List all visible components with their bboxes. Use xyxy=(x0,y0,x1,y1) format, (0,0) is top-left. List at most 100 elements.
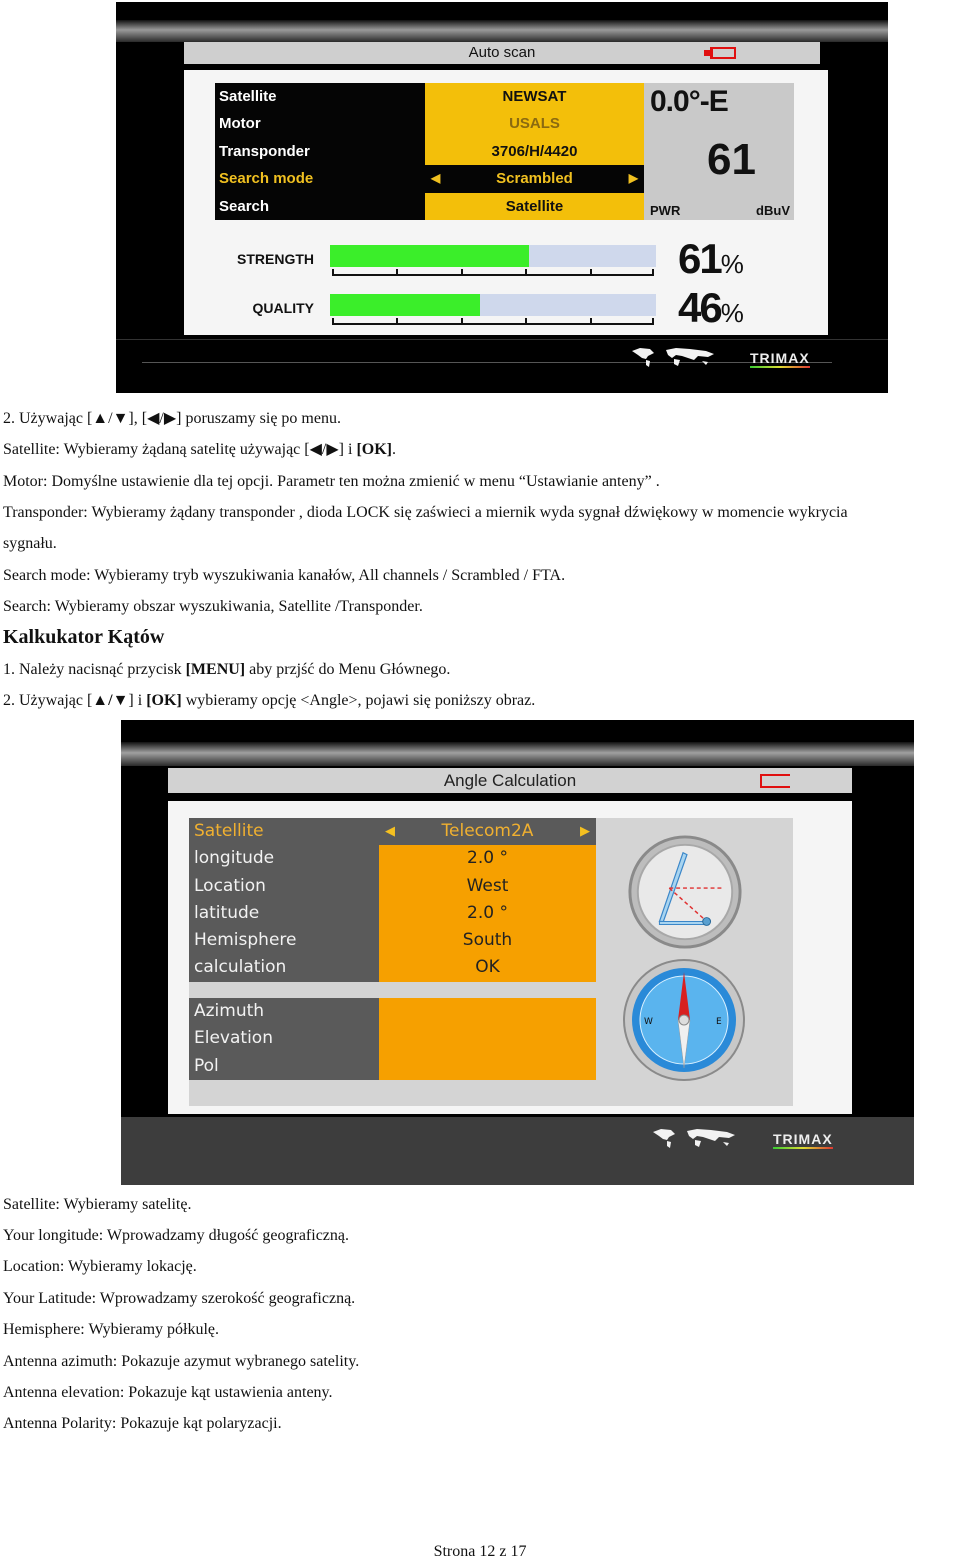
value-satellite: Telecom2A xyxy=(441,821,534,841)
menu-row-location[interactable]: Location West xyxy=(189,872,596,900)
angle-calc-panel: Satellite ◀ Telecom2A ▶ longitude 2.0 ° L… xyxy=(168,801,852,1114)
instruction-transponder-cont: sygnału. xyxy=(3,535,57,552)
desc-location: Location: Wybieramy lokację. xyxy=(3,1258,197,1275)
arrow-right-icon[interactable]: ▶ xyxy=(580,818,590,845)
value-calculation: OK xyxy=(379,954,596,982)
quality-meter: QUALITY 46% xyxy=(184,284,828,338)
compass-icon: W E xyxy=(623,959,745,1081)
desc-hemisphere: Hemisphere: Wybieramy półkulę. xyxy=(3,1321,220,1338)
auto-scan-screenshot: Auto scan Satellite Motor Transponder Se… xyxy=(116,2,888,393)
scale-tick xyxy=(652,318,654,323)
screen-footer: TRIMAX xyxy=(121,1117,914,1185)
battery-icon xyxy=(754,774,790,788)
menu-label-transponder[interactable]: Transponder xyxy=(215,138,425,165)
scale-tick xyxy=(460,269,463,274)
scale-tick xyxy=(396,269,399,274)
arrow-left-icon[interactable]: ◀ xyxy=(431,165,440,192)
svg-text:E: E xyxy=(716,1017,722,1027)
value-location: West xyxy=(379,872,596,900)
instruction-menu: 1. Należy nacisnąć przycisk [MENU] aby p… xyxy=(3,661,451,678)
menu-row-calculation[interactable]: calculation OK xyxy=(189,954,596,982)
instruction-search: Search: Wybieramy obszar wyszukiwania, S… xyxy=(3,598,423,615)
value-longitude: 2.0 ° xyxy=(379,845,596,873)
result-row-azimuth: Azimuth xyxy=(189,998,596,1026)
battery-icon xyxy=(704,47,736,59)
desc-longitude: Your longitude: Wprowadzamy długość geog… xyxy=(3,1227,349,1244)
arrow-right-icon[interactable]: ▶ xyxy=(629,165,638,192)
strength-bar-track xyxy=(330,245,656,267)
menu-value-motor[interactable]: USALS xyxy=(425,110,644,138)
menu-row-satellite[interactable]: Satellite ◀ Telecom2A ▶ xyxy=(189,818,596,846)
power-unit: dBuV xyxy=(756,203,790,218)
angle-calc-title: Angle Calculation xyxy=(443,771,577,790)
quality-bar-fill xyxy=(330,294,480,316)
trimax-logo: TRIMAX xyxy=(750,350,810,368)
satellite-position: 0.0°-E xyxy=(650,85,729,118)
power-value: 61 xyxy=(707,135,756,184)
quality-label: QUALITY xyxy=(252,300,314,316)
scale-tick xyxy=(652,269,654,274)
scale-tick xyxy=(589,318,592,323)
strength-meter: STRENGTH 61% xyxy=(184,235,828,289)
scale-tick xyxy=(589,269,592,274)
screen-bezel xyxy=(116,20,888,42)
angle-calculation-screenshot: Angle Calculation Satellite ◀ Telecom2A … xyxy=(121,720,914,1185)
instruction-angle: 2. Używając [▲/▼] i [OK] wybieramy opcję… xyxy=(3,692,536,709)
strength-scale xyxy=(332,269,654,276)
menu-value-transponder[interactable]: 3706/H/4420 xyxy=(425,137,644,166)
angle-calc-inputs: Satellite ◀ Telecom2A ▶ longitude 2.0 ° L… xyxy=(189,818,596,982)
menu-value-search-mode[interactable]: ◀ Scrambled ▶ xyxy=(425,165,644,193)
label-satellite: Satellite xyxy=(189,818,379,846)
angle-calc-results: Azimuth Elevation Pol xyxy=(189,998,596,1080)
value-latitude: 2.0 ° xyxy=(379,899,596,928)
quality-percent: 46% xyxy=(678,284,744,331)
desc-azimuth: Antenna azimuth: Pokazuje azymut wybrane… xyxy=(3,1353,360,1370)
value-hemisphere: South xyxy=(379,927,596,955)
menu-row-hemisphere[interactable]: Hemisphere South xyxy=(189,927,596,955)
strength-bar-fill xyxy=(330,245,529,267)
scale-tick xyxy=(332,269,334,274)
value-pol xyxy=(379,1052,596,1080)
instruction-search-mode: Search mode: Wybieramy tryb wyszukiwania… xyxy=(3,567,566,584)
auto-scan-menu-values: NEWSAT USALS 3706/H/4420 ◀ Scrambled ▶ S… xyxy=(425,83,644,220)
scale-tick xyxy=(332,318,334,323)
arrow-left-icon[interactable]: ◀ xyxy=(385,818,395,845)
angle-calc-title-bar: Angle Calculation xyxy=(168,768,852,793)
scale-tick xyxy=(525,269,528,274)
result-row-elevation: Elevation xyxy=(189,1025,596,1053)
menu-row-longitude[interactable]: longitude 2.0 ° xyxy=(189,845,596,873)
scale-tick xyxy=(525,318,528,323)
value-azimuth xyxy=(379,998,596,1026)
dish-elevation-icon xyxy=(628,835,742,949)
screen-bezel xyxy=(121,742,914,766)
menu-row-latitude[interactable]: latitude 2.0 ° xyxy=(189,899,596,928)
page-number: Strona 12 z 17 xyxy=(433,1543,527,1560)
value-elevation xyxy=(379,1025,596,1053)
instruction-navigation: 2. Używając [▲/▼], [◀/▶] poruszamy się p… xyxy=(3,410,341,427)
menu-label-search-mode[interactable]: Search mode xyxy=(215,165,425,192)
menu-label-motor[interactable]: Motor xyxy=(215,110,425,137)
instruction-satellite: Satellite: Wybieramy żądaną satelitę uży… xyxy=(3,441,396,458)
menu-label-satellite[interactable]: Satellite xyxy=(215,83,425,110)
auto-scan-menu-labels: Satellite Motor Transponder Search mode … xyxy=(215,83,425,220)
power-label: PWR xyxy=(650,203,681,218)
auto-scan-title-bar: Auto scan xyxy=(184,42,820,64)
world-map-icon xyxy=(632,348,714,367)
auto-scan-title: Auto scan xyxy=(468,44,536,61)
strength-label: STRENGTH xyxy=(237,251,314,267)
menu-value-search[interactable]: Satellite xyxy=(425,192,644,220)
result-row-pol: Pol xyxy=(189,1052,596,1080)
svg-text:W: W xyxy=(644,1017,653,1027)
menu-label-search[interactable]: Search xyxy=(215,193,425,220)
strength-percent: 61% xyxy=(678,235,744,282)
desc-polarity: Antenna Polarity: Pokazuje kąt polaryzac… xyxy=(3,1415,282,1432)
instruction-transponder: Transponder: Wybieramy żądany transponde… xyxy=(3,504,848,521)
desc-satellite: Satellite: Wybieramy satelitę. xyxy=(3,1196,192,1213)
scale-tick xyxy=(460,318,463,323)
search-mode-value: Scrambled xyxy=(496,170,573,188)
world-map-icon xyxy=(653,1129,735,1148)
desc-latitude: Your Latitude: Wprowadzamy szerokość geo… xyxy=(3,1290,356,1307)
trimax-logo: TRIMAX xyxy=(773,1131,833,1149)
desc-elevation: Antenna elevation: Pokazuje kąt ustawien… xyxy=(3,1384,333,1401)
menu-value-satellite[interactable]: NEWSAT xyxy=(425,83,644,111)
